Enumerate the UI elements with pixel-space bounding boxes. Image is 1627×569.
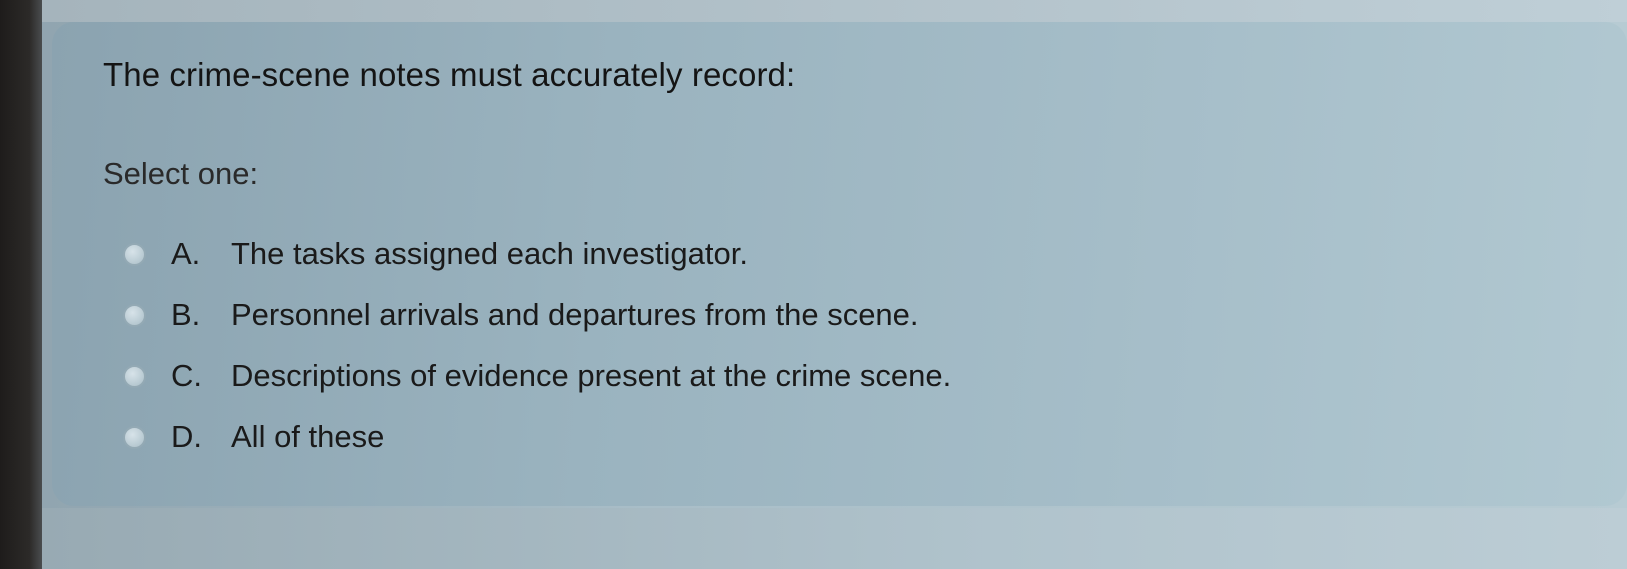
option-label[interactable]: All of these (231, 413, 384, 461)
answer-option-a[interactable]: A. The tasks assigned each investigator. (123, 230, 951, 291)
answer-option-b[interactable]: B. Personnel arrivals and departures fro… (123, 291, 951, 352)
option-label[interactable]: The tasks assigned each investigator. (231, 230, 748, 278)
radio-button[interactable] (123, 426, 146, 449)
select-prompt: Select one: (103, 156, 259, 191)
radio-button[interactable] (123, 243, 146, 266)
option-letter: C. (171, 358, 202, 393)
page-background-bottom (42, 508, 1627, 569)
radio-button[interactable] (123, 365, 146, 388)
answer-options: A. The tasks assigned each investigator.… (123, 230, 951, 474)
page-background-top (42, 0, 1627, 22)
option-label[interactable]: Personnel arrivals and departures from t… (231, 291, 919, 339)
radio-button[interactable] (123, 304, 146, 327)
option-label[interactable]: Descriptions of evidence present at the … (231, 352, 951, 400)
option-letter: D. (171, 419, 202, 454)
answer-option-d[interactable]: D. All of these (123, 413, 951, 474)
option-letter: B. (171, 297, 201, 332)
question-text: The crime-scene notes must accurately re… (103, 56, 796, 93)
option-letter: A. (171, 236, 201, 271)
answer-option-c[interactable]: C. Descriptions of evidence present at t… (123, 352, 951, 413)
screen-bezel (0, 0, 42, 569)
